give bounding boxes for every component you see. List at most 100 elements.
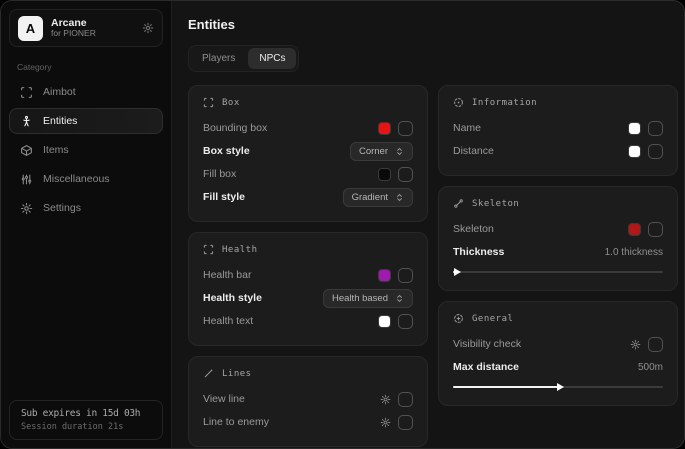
left-column: Box Bounding box Box style Corner: [188, 85, 428, 447]
sidebar-item-entities[interactable]: Entities: [9, 108, 163, 134]
setting-row-thickness: Thickness 1.0 thickness: [453, 241, 663, 263]
health-card-header: Health: [203, 244, 413, 255]
distance-checkbox[interactable]: [648, 144, 663, 159]
color-swatch[interactable]: [378, 269, 391, 282]
tab-players[interactable]: Players: [191, 48, 246, 69]
color-swatch[interactable]: [378, 168, 391, 181]
card-title: Information: [472, 98, 537, 108]
dropdown-value: Health based: [332, 293, 388, 304]
sidebar-item-miscellaneous[interactable]: Miscellaneous: [9, 166, 163, 192]
gear-icon[interactable]: [142, 22, 154, 34]
setting-row-health-text: Health text: [203, 310, 413, 332]
scan-icon: [20, 86, 33, 99]
corners-icon: [203, 244, 214, 255]
gear-icon: [20, 202, 33, 215]
setting-label: Skeleton: [453, 223, 494, 235]
sidebar-item-items[interactable]: Items: [9, 137, 163, 163]
card-title: Health: [222, 245, 258, 255]
chevrons-up-down-icon: [395, 294, 404, 303]
sidebar-item-settings[interactable]: Settings: [9, 195, 163, 221]
setting-label: Bounding box: [203, 122, 267, 134]
color-swatch[interactable]: [378, 122, 391, 135]
setting-label: Box style: [203, 145, 250, 157]
slider-track[interactable]: [453, 271, 663, 273]
view-line-checkbox[interactable]: [398, 392, 413, 407]
page-title: Entities: [188, 17, 670, 32]
app-window: A Arcane for PIONER Category: [0, 0, 685, 449]
gear-icon[interactable]: [630, 339, 641, 350]
health-text-checkbox[interactable]: [398, 314, 413, 329]
sliders-icon: [20, 173, 33, 186]
lines-card: Lines View line: [188, 356, 428, 447]
entity-tabs: Players NPCs: [188, 45, 299, 72]
gear-icon[interactable]: [380, 394, 391, 405]
max-distance-slider[interactable]: [453, 382, 663, 392]
setting-label: Thickness: [453, 246, 504, 258]
skeleton-checkbox[interactable]: [648, 222, 663, 237]
line-to-enemy-checkbox[interactable]: [398, 415, 413, 430]
box-card-header: Box: [203, 97, 413, 108]
color-swatch[interactable]: [378, 315, 391, 328]
setting-row-line-to-enemy: Line to enemy: [203, 411, 413, 433]
color-swatch[interactable]: [628, 122, 641, 135]
gear-icon[interactable]: [380, 417, 391, 428]
slider-thumb[interactable]: [557, 383, 564, 391]
setting-row-visibility-check: Visibility check: [453, 333, 663, 355]
brand-initial: A: [26, 21, 35, 36]
main-panel: Entities Players NPCs Bo: [172, 1, 684, 448]
max-distance-value: 500m: [638, 362, 663, 373]
cube-icon: [20, 144, 33, 157]
setting-label: View line: [203, 393, 245, 405]
setting-row-max-distance: Max distance 500m: [453, 356, 663, 378]
setting-label: Fill style: [203, 191, 245, 203]
setting-label: Fill box: [203, 168, 236, 180]
fill-box-checkbox[interactable]: [398, 167, 413, 182]
sidebar-item-label: Settings: [43, 202, 81, 214]
health-style-dropdown[interactable]: Health based: [323, 289, 413, 308]
setting-row-fill-style: Fill style Gradient: [203, 186, 413, 208]
sidebar-item-label: Items: [43, 144, 69, 156]
information-card: Information Name Distance: [438, 85, 678, 176]
general-card: General Visibility check: [438, 301, 678, 406]
sidebar-item-aimbot[interactable]: Aimbot: [9, 79, 163, 105]
tab-npcs[interactable]: NPCs: [248, 48, 296, 69]
setting-label: Health text: [203, 315, 253, 327]
skeleton-card-header: Skeleton: [453, 198, 663, 209]
brand-card: A Arcane for PIONER: [9, 9, 163, 47]
lines-card-header: Lines: [203, 368, 413, 379]
card-title: Box: [222, 98, 240, 108]
sub-expires-text: Sub expires in 15d 03h: [21, 408, 151, 419]
brand-logo: A: [18, 16, 43, 41]
info-icon: [453, 97, 464, 108]
setting-row-fill-box: Fill box: [203, 163, 413, 185]
box-style-dropdown[interactable]: Corner: [350, 142, 413, 161]
name-checkbox[interactable]: [648, 121, 663, 136]
setting-row-distance: Distance: [453, 140, 663, 162]
setting-row-box-style: Box style Corner: [203, 140, 413, 162]
sidebar-item-label: Aimbot: [43, 86, 76, 98]
fill-style-dropdown[interactable]: Gradient: [343, 188, 413, 207]
setting-row-name: Name: [453, 117, 663, 139]
person-icon: [20, 115, 33, 128]
color-swatch[interactable]: [628, 145, 641, 158]
slider-thumb[interactable]: [454, 268, 461, 276]
sidebar-item-label: Miscellaneous: [43, 173, 110, 185]
color-swatch[interactable]: [628, 223, 641, 236]
visibility-check-checkbox[interactable]: [648, 337, 663, 352]
cards-grid: Box Bounding box Box style Corner: [188, 85, 670, 447]
session-duration-text: Session duration 21s: [21, 422, 151, 432]
setting-label: Health bar: [203, 269, 251, 281]
information-card-header: Information: [453, 97, 663, 108]
setting-row-bounding-box: Bounding box: [203, 117, 413, 139]
line-icon: [203, 368, 214, 379]
chevrons-up-down-icon: [395, 193, 404, 202]
health-bar-checkbox[interactable]: [398, 268, 413, 283]
sidebar-nav: Aimbot Entities Items: [9, 79, 163, 221]
corners-icon: [203, 97, 214, 108]
thickness-slider[interactable]: [453, 267, 663, 277]
setting-row-skeleton: Skeleton: [453, 218, 663, 240]
general-card-header: General: [453, 313, 663, 324]
box-card: Box Bounding box Box style Corner: [188, 85, 428, 222]
bounding-box-checkbox[interactable]: [398, 121, 413, 136]
dropdown-value: Gradient: [352, 192, 388, 203]
